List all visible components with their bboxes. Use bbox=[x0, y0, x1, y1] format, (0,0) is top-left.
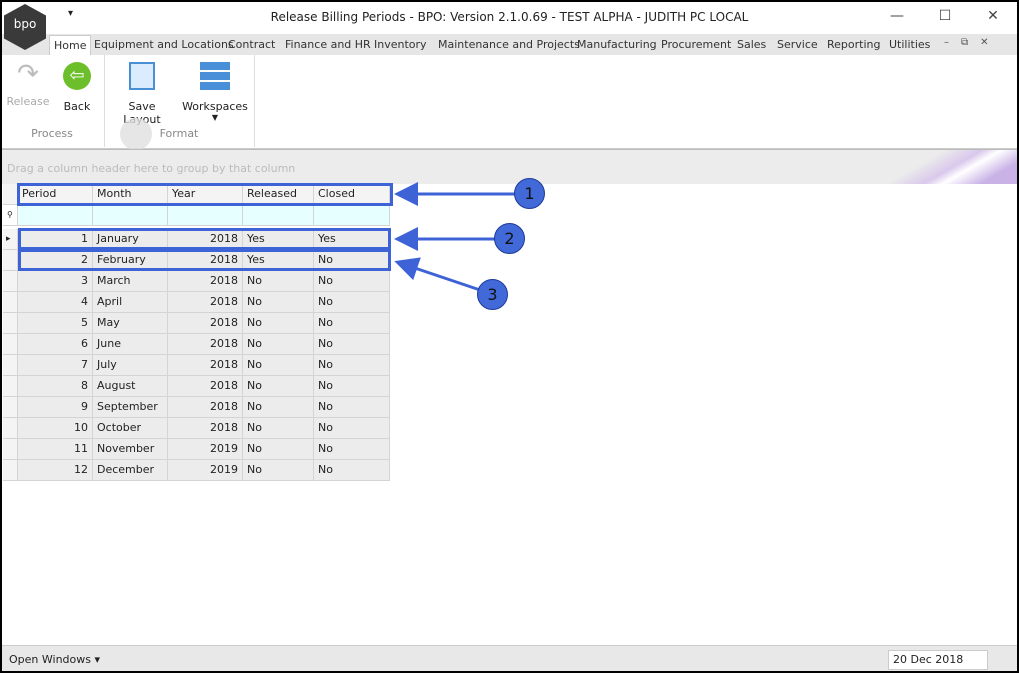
callout-1: 1 bbox=[514, 178, 545, 209]
callout-2: 2 bbox=[494, 223, 525, 254]
callout-3: 3 bbox=[477, 279, 508, 310]
callout-arrows bbox=[394, 182, 515, 292]
